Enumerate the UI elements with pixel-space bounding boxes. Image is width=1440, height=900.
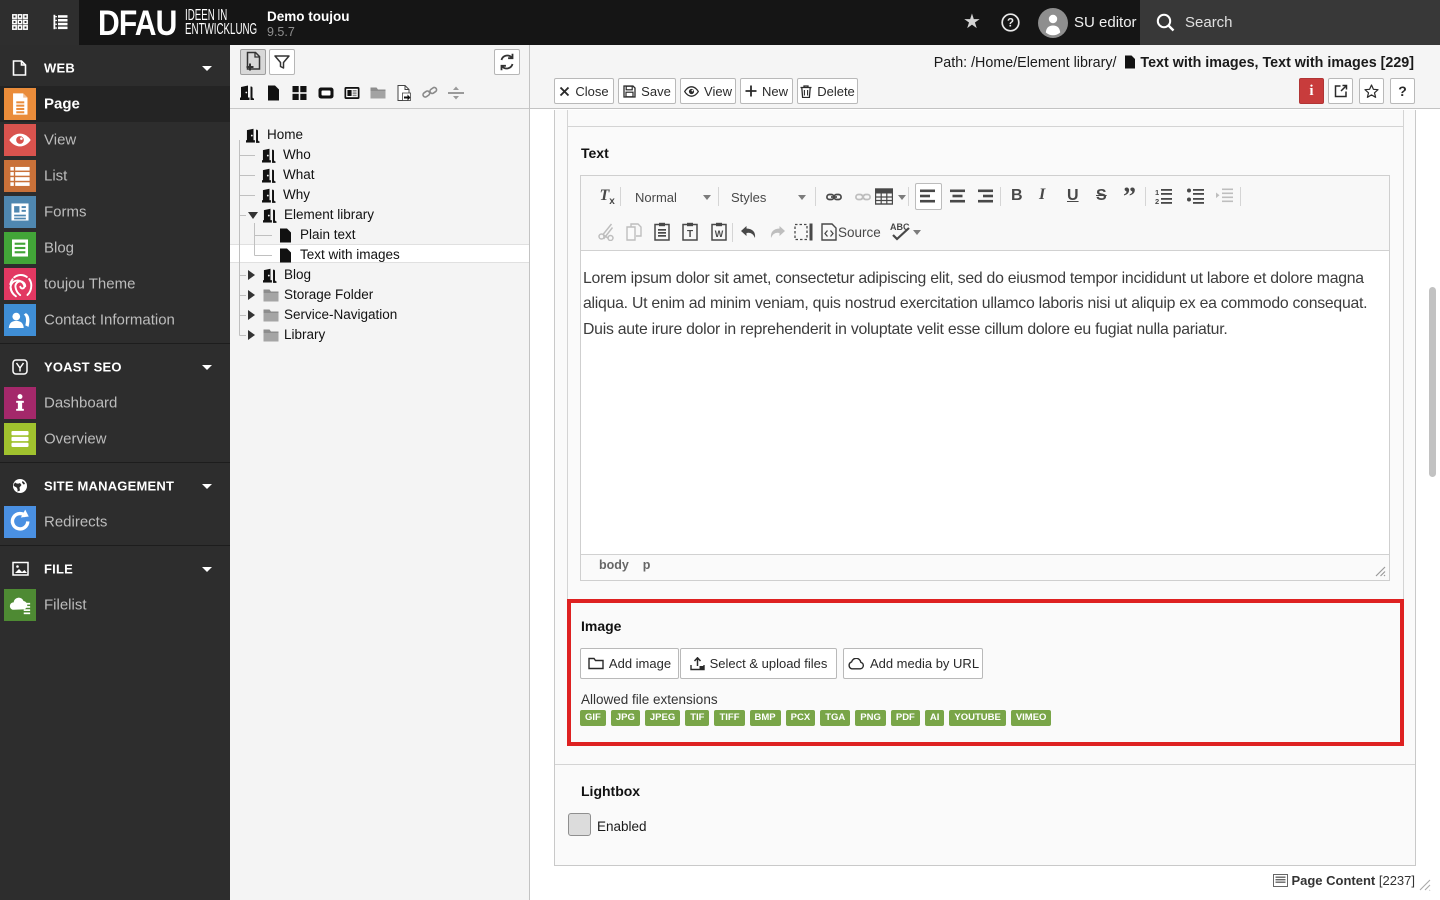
svg-text:2: 2 [1155,197,1159,205]
svg-text:W: W [715,229,724,239]
svg-text:?: ? [1007,18,1014,30]
svg-text:1: 1 [1155,188,1159,197]
svg-text:T: T [687,229,693,240]
